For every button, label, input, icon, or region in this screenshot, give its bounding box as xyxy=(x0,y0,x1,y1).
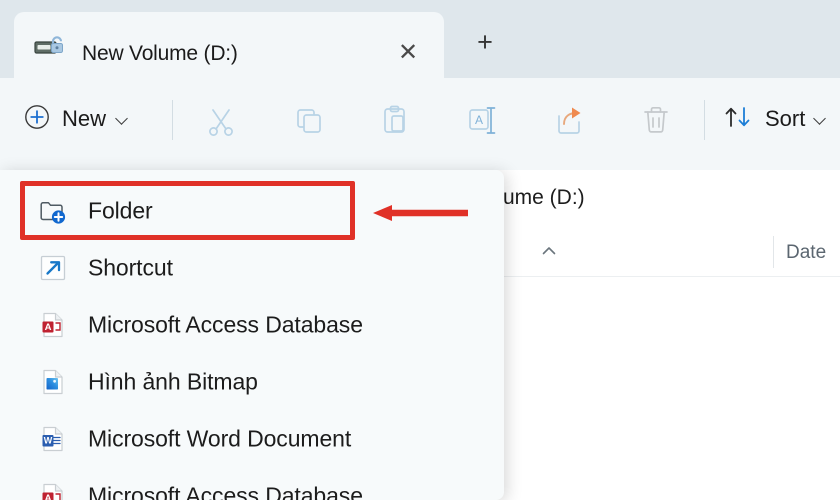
menu-item-label: Shortcut xyxy=(88,254,173,281)
tab-title: New Volume (D:) xyxy=(82,42,238,66)
bitmap-file-icon xyxy=(38,367,68,397)
shortcut-arrow-icon xyxy=(38,253,68,283)
menu-item-folder[interactable]: Folder xyxy=(0,183,504,238)
menu-item-label: Folder xyxy=(88,197,153,224)
file-explorer-window: New Volume (D:) ✕ + New xyxy=(0,0,840,500)
new-button[interactable]: New xyxy=(22,96,130,142)
menu-item-label: Hình ảnh Bitmap xyxy=(88,368,258,395)
title-bar: New Volume (D:) ✕ + xyxy=(0,0,840,78)
svg-text:A: A xyxy=(45,322,52,333)
svg-text:W: W xyxy=(44,435,53,445)
new-button-label: New xyxy=(62,106,106,132)
copy-button[interactable] xyxy=(281,98,335,142)
svg-text:A: A xyxy=(45,493,52,500)
menu-item-label: Microsoft Word Document xyxy=(88,425,351,452)
address-text: ume (D:) xyxy=(503,186,585,210)
chevron-down-icon[interactable] xyxy=(814,112,828,126)
svg-text:A: A xyxy=(475,113,483,127)
column-header-date[interactable]: Date xyxy=(786,242,826,264)
paste-button[interactable] xyxy=(368,98,422,142)
delete-button[interactable] xyxy=(629,98,683,142)
rename-button[interactable]: A xyxy=(455,98,509,142)
menu-item-microsoft-access-database[interactable]: A Microsoft Access Database xyxy=(0,297,504,352)
close-icon[interactable]: ✕ xyxy=(392,37,424,69)
sort-button[interactable]: Sort xyxy=(722,96,828,142)
chevron-up-icon[interactable] xyxy=(539,241,559,261)
drive-bitlocker-unlocked-icon xyxy=(34,34,68,60)
menu-item-microsoft-word-document[interactable]: W Microsoft Word Document xyxy=(0,411,504,466)
share-button[interactable] xyxy=(542,98,596,142)
menu-item-hinh-anh-bitmap[interactable]: Hình ảnh Bitmap xyxy=(0,354,504,409)
new-tab-button[interactable]: + xyxy=(468,26,502,58)
access-file-icon: A xyxy=(38,481,68,500)
sort-arrows-icon xyxy=(722,102,756,137)
toolbar-divider-2 xyxy=(704,100,705,140)
command-bar: New xyxy=(0,78,840,170)
menu-item-label: Microsoft Access Database xyxy=(88,311,363,338)
menu-item-shortcut[interactable]: Shortcut xyxy=(0,240,504,295)
chevron-down-icon[interactable] xyxy=(116,112,130,126)
word-file-icon: W xyxy=(38,424,68,454)
menu-item-label: Microsoft Access Database xyxy=(88,482,363,500)
column-divider xyxy=(773,236,774,268)
menu-item-microsoft-access-database-2[interactable]: A Microsoft Access Database xyxy=(0,468,504,500)
sort-button-label: Sort xyxy=(765,106,805,132)
new-folder-icon xyxy=(38,196,68,226)
cut-button[interactable] xyxy=(194,98,248,142)
plus-circle-icon xyxy=(22,102,52,137)
toolbar-divider-1 xyxy=(172,100,173,140)
tab-new-volume-d[interactable]: New Volume (D:) ✕ xyxy=(14,12,444,78)
access-file-icon: A xyxy=(38,310,68,340)
new-context-menu: Folder Shortcut A xyxy=(0,170,504,500)
